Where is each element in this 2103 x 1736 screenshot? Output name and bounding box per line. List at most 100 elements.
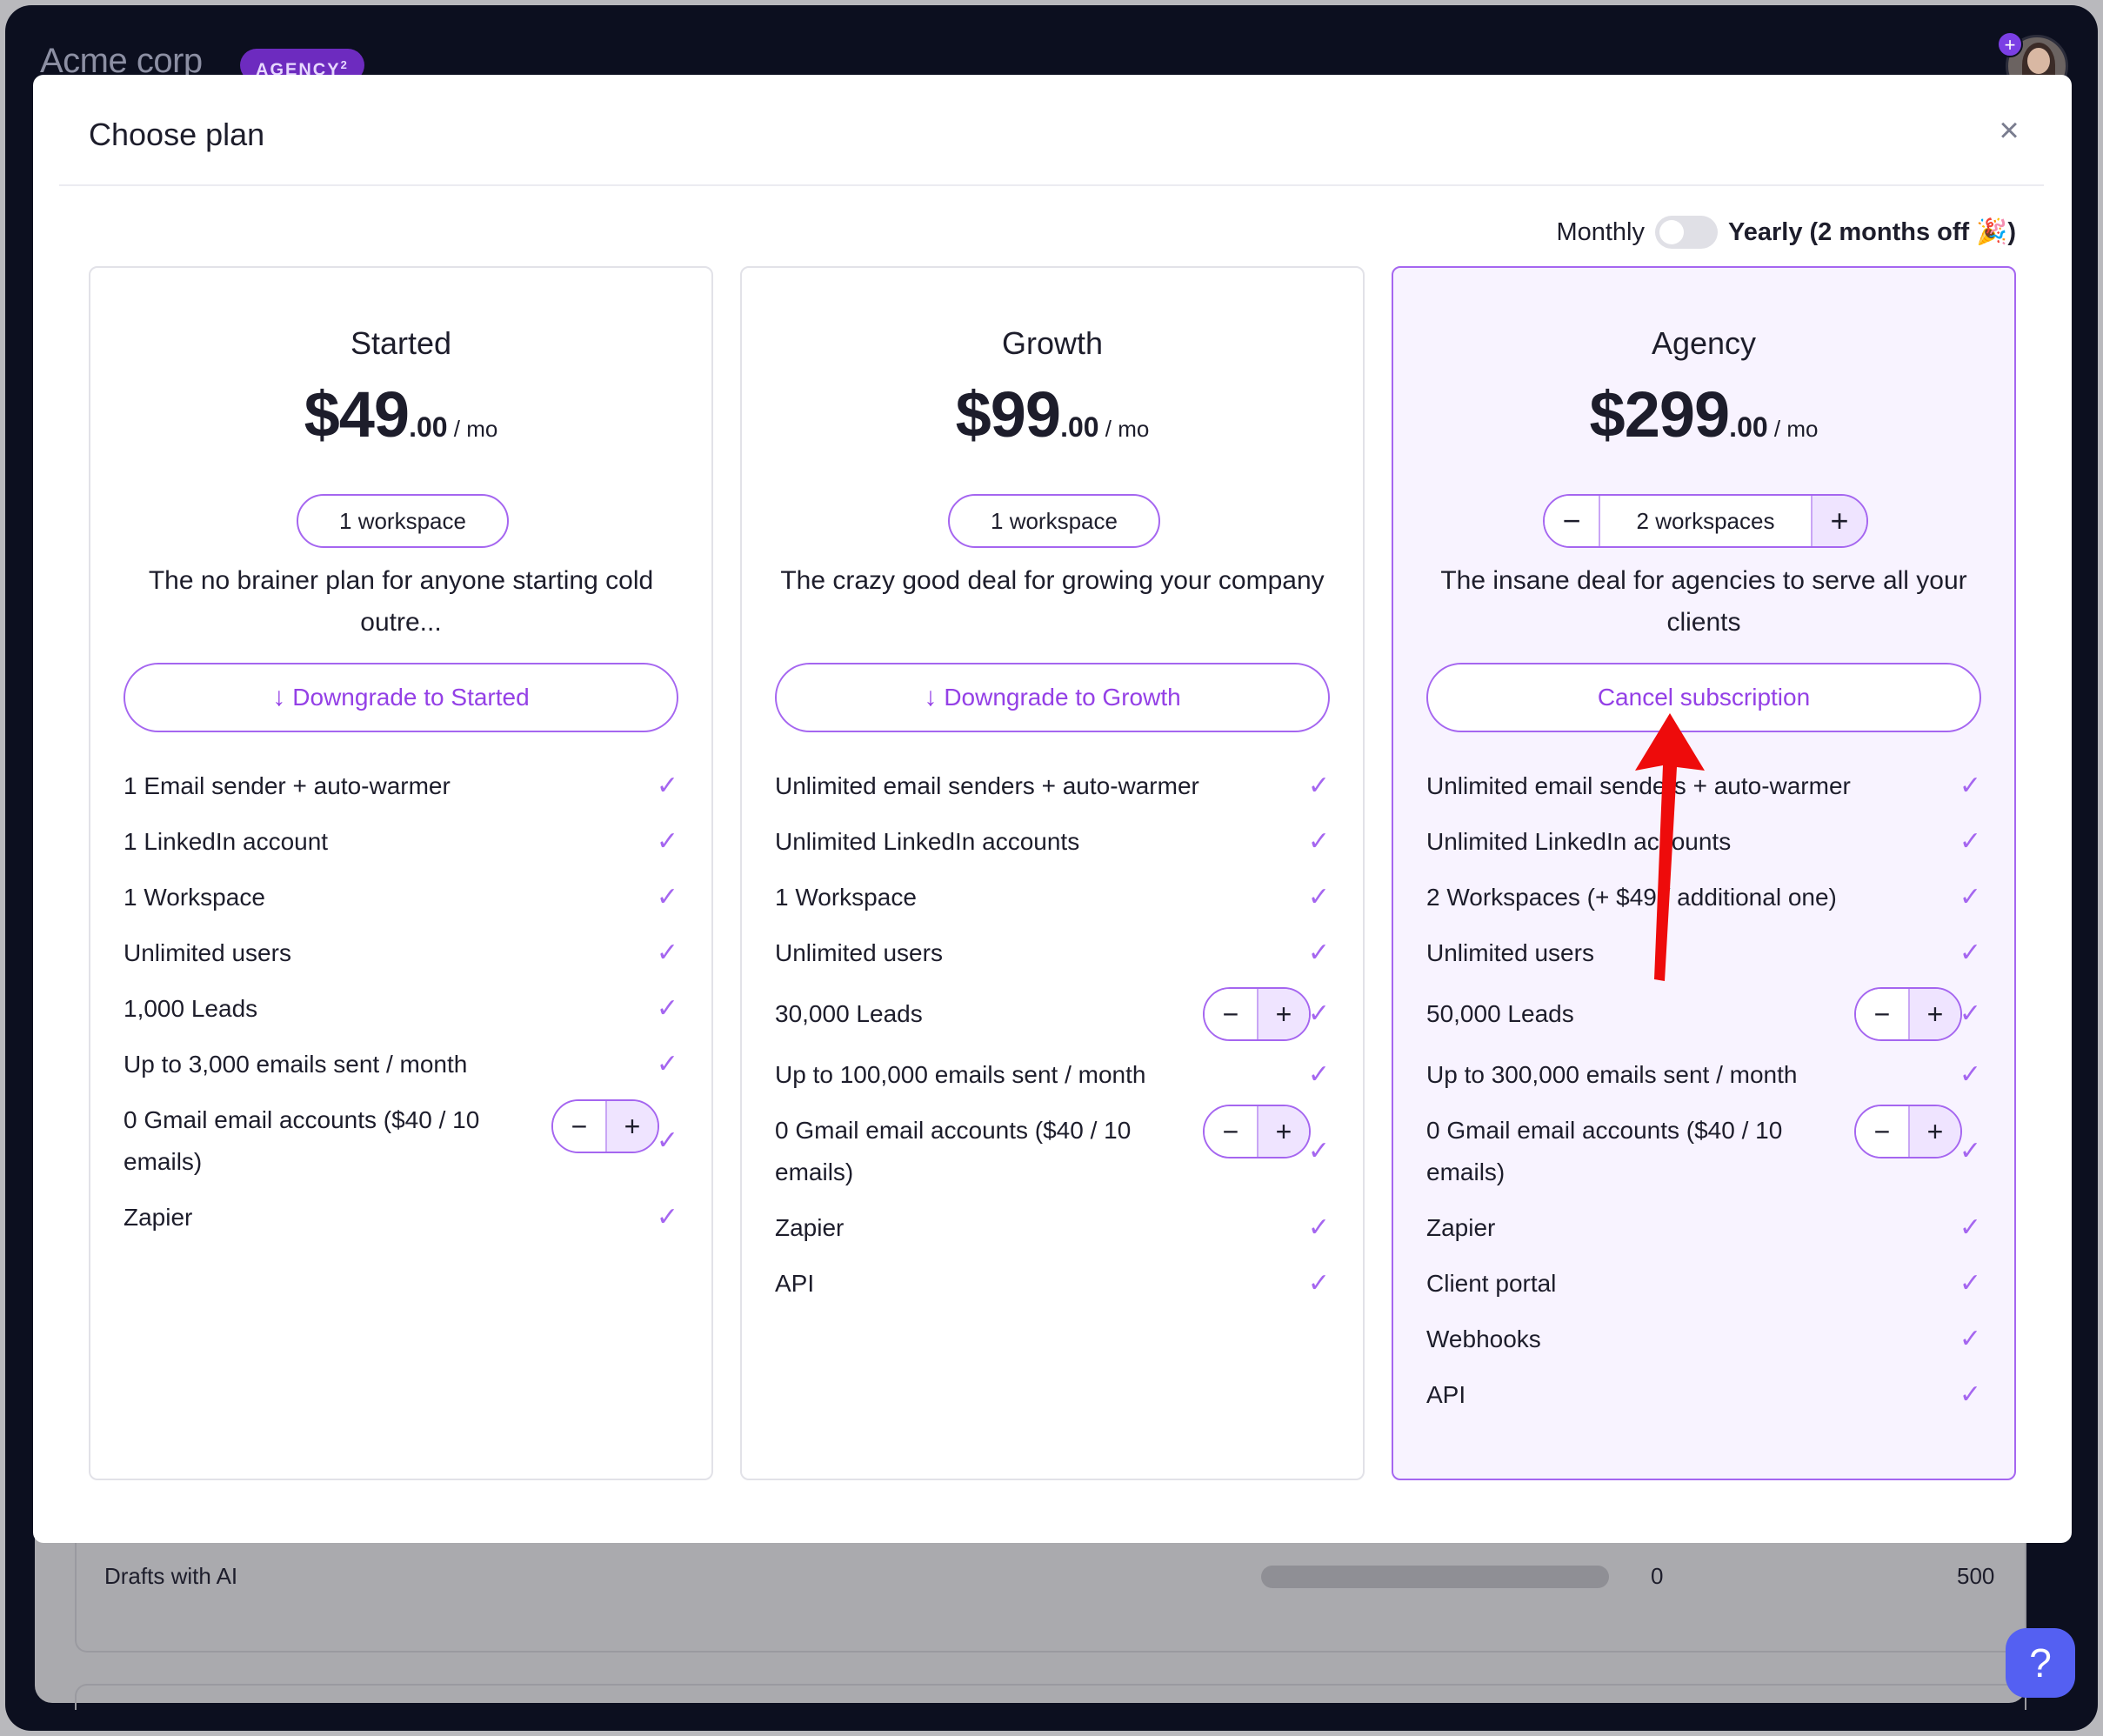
arrow-down-icon: ↓ <box>272 683 286 711</box>
check-icon: ✓ <box>1307 1213 1330 1242</box>
plan-description: The no brainer plan for anyone starting … <box>148 566 654 637</box>
check-icon: ✓ <box>1959 1213 1981 1242</box>
decrement-button[interactable]: − <box>1856 989 1908 1039</box>
feature-item: Up to 100,000 emails sent / month ✓ <box>775 1054 1330 1096</box>
check-icon: ✓ <box>656 771 678 800</box>
check-icon: ✓ <box>1959 1325 1981 1353</box>
plan-name: Growth <box>1001 325 1104 361</box>
plan-card-started: Started $49.00 / mo 1 workspace The no b… <box>89 266 713 1480</box>
feature-item: Up to 3,000 emails sent / month ✓ <box>124 1044 678 1085</box>
feature-item: API ✓ <box>1426 1374 1981 1416</box>
increment-workspaces-button[interactable]: + <box>1811 496 1866 546</box>
drafts-progress-bar <box>1261 1566 1609 1588</box>
increment-button[interactable]: + <box>1257 1106 1309 1157</box>
decrement-button[interactable]: − <box>1856 1106 1908 1157</box>
feature-item: 1 Email sender + auto-warmer ✓ <box>124 765 678 807</box>
check-icon: ✓ <box>1959 1380 1981 1409</box>
plan-description: The insane deal for agencies to serve al… <box>1440 566 1967 637</box>
check-icon: ✓ <box>1307 827 1330 856</box>
feature-item: 1 LinkedIn account ✓ <box>124 821 678 863</box>
feature-item: Webhooks ✓ <box>1426 1319 1981 1360</box>
feature-item: 0 Gmail email accounts ($40 / 10 emails)… <box>124 1099 678 1183</box>
billing-period-switch[interactable] <box>1655 216 1718 249</box>
add-account-icon[interactable]: + <box>1997 31 2023 57</box>
check-icon: ✓ <box>1307 1137 1330 1165</box>
monthly-label: Monthly <box>1556 217 1645 246</box>
feature-item: Zapier ✓ <box>1426 1207 1981 1249</box>
leads-stepper: − + <box>1854 987 1962 1041</box>
check-icon: ✓ <box>1959 999 1981 1028</box>
feature-item: 0 Gmail email accounts ($40 / 10 emails)… <box>775 1105 1330 1193</box>
feature-item: 1,000 Leads ✓ <box>124 988 678 1030</box>
feature-item: Unlimited email senders + auto-warmer ✓ <box>775 765 1330 807</box>
feature-item: 1 Workspace ✓ <box>775 877 1330 918</box>
decrement-button[interactable]: − <box>1205 989 1257 1039</box>
downgrade-started-button[interactable]: ↓ Downgrade to Started <box>124 663 678 732</box>
check-icon: ✓ <box>1307 883 1330 911</box>
workspace-count-pill: 1 workspace <box>297 494 509 548</box>
help-button[interactable]: ? <box>2006 1628 2075 1698</box>
feature-item: Zapier ✓ <box>124 1197 678 1239</box>
check-icon: ✓ <box>656 994 678 1023</box>
check-icon: ✓ <box>656 883 678 911</box>
check-icon: ✓ <box>1959 883 1981 911</box>
check-icon: ✓ <box>1959 1269 1981 1298</box>
increment-button[interactable]: + <box>1908 989 1960 1039</box>
gmail-accounts-stepper: − + <box>1854 1105 1962 1158</box>
increment-button[interactable]: + <box>1908 1106 1960 1157</box>
check-icon: ✓ <box>656 1050 678 1078</box>
gmail-accounts-stepper: − + <box>1203 1105 1311 1158</box>
modal-title: Choose plan <box>89 117 265 152</box>
modal-divider <box>59 184 2044 186</box>
plan-name: Started <box>350 325 452 361</box>
downgrade-growth-button[interactable]: ↓ Downgrade to Growth <box>775 663 1330 732</box>
feature-item: 30,000 Leads ✓ − + <box>775 987 1330 1041</box>
feature-item: Zapier ✓ <box>775 1207 1330 1249</box>
plan-price: $299.00 / mo <box>1589 378 1819 451</box>
toggle-knob <box>1659 220 1684 244</box>
check-icon: ✓ <box>1959 1137 1981 1165</box>
increment-button[interactable]: + <box>605 1101 658 1152</box>
feature-item: 1 Workspace ✓ <box>124 877 678 918</box>
check-icon: ✓ <box>656 938 678 967</box>
check-icon: ✓ <box>1307 1269 1330 1298</box>
leads-stepper: − + <box>1203 987 1311 1041</box>
check-icon: ✓ <box>1959 938 1981 967</box>
feature-item: Unlimited users ✓ <box>124 932 678 974</box>
plan-name: Agency <box>1651 325 1757 361</box>
check-icon: ✓ <box>656 1126 678 1155</box>
workspace-count: 2 workspaces <box>1636 508 1775 534</box>
check-icon: ✓ <box>1959 771 1981 800</box>
check-icon: ✓ <box>1307 938 1330 967</box>
decrement-button[interactable]: − <box>1205 1106 1257 1157</box>
annotation-arrow-icon <box>1635 713 1705 981</box>
close-icon[interactable]: × <box>1992 113 2026 148</box>
workspace-count-pill: 1 workspace <box>948 494 1160 548</box>
feature-item: Unlimited LinkedIn accounts ✓ <box>775 821 1330 863</box>
feature-item: 50,000 Leads ✓ − + <box>1426 987 1981 1041</box>
check-icon: ✓ <box>1959 827 1981 856</box>
check-icon: ✓ <box>656 827 678 856</box>
feature-item: Up to 300,000 emails sent / month ✓ <box>1426 1054 1981 1096</box>
decrement-button[interactable]: − <box>553 1101 605 1152</box>
workspace-stepper: − 2 workspaces + <box>1543 494 1868 548</box>
arrow-down-icon: ↓ <box>924 683 938 711</box>
drafts-count: 0 <box>1651 1563 1664 1589</box>
plan-price: $49.00 / mo <box>304 378 498 451</box>
decrement-workspaces-button[interactable]: − <box>1545 496 1600 546</box>
plan-description: The crazy good deal for growing your com… <box>780 566 1325 595</box>
feature-item: 0 Gmail email accounts ($40 / 10 emails)… <box>1426 1105 1981 1193</box>
drafts-label: Drafts with AI <box>104 1563 238 1589</box>
avatar-face <box>2027 48 2050 74</box>
feature-item: Unlimited users ✓ <box>775 932 1330 974</box>
plan-card-growth: Growth $99.00 / mo 1 workspace The crazy… <box>740 266 1365 1480</box>
plan-price: $99.00 / mo <box>955 378 1150 451</box>
gmail-accounts-stepper: − + <box>551 1099 659 1153</box>
choose-plan-modal: Choose plan × Monthly Yearly (2 months o… <box>33 75 2072 1543</box>
check-icon: ✓ <box>1959 1060 1981 1089</box>
check-icon: ✓ <box>656 1203 678 1232</box>
feature-item: Client portal ✓ <box>1426 1263 1981 1305</box>
increment-button[interactable]: + <box>1257 989 1309 1039</box>
billing-toggle: Monthly Yearly (2 months off 🎉) <box>1556 216 2016 249</box>
next-card <box>75 1684 2026 1710</box>
